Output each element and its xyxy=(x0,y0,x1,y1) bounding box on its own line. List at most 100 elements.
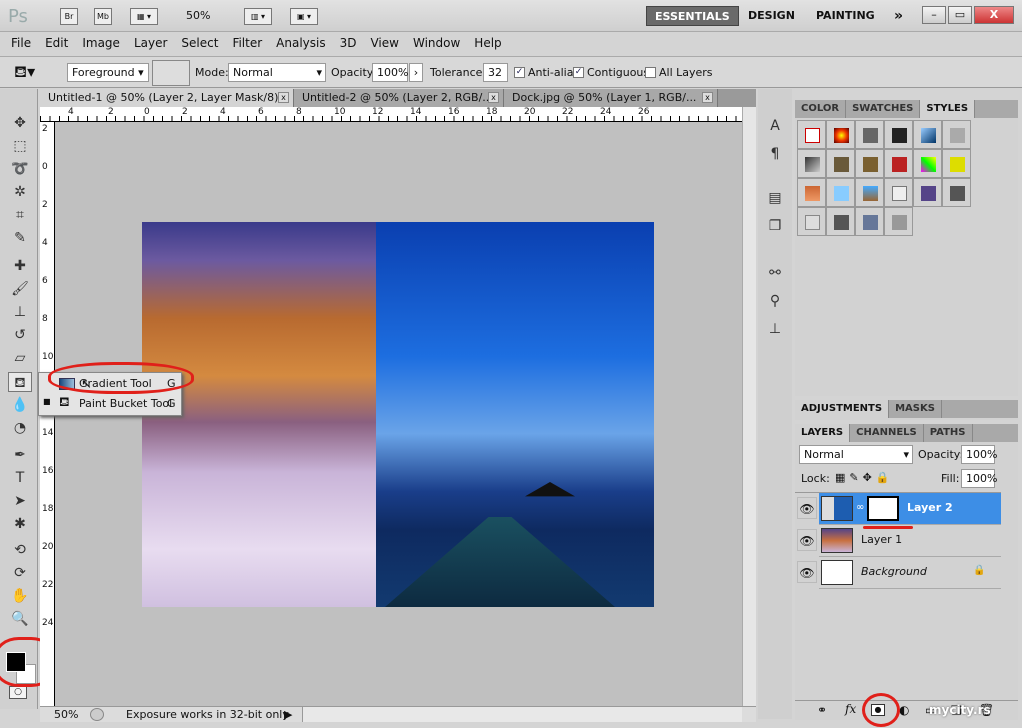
brushes-panel-icon[interactable]: ⚲ xyxy=(766,292,784,310)
layer-mask-link-icon[interactable]: ∞ xyxy=(856,502,864,513)
vertical-scrollbar[interactable] xyxy=(742,107,756,706)
lock-icons[interactable]: ▦✎✥🔒 xyxy=(835,471,894,484)
style-swatch[interactable] xyxy=(942,149,971,178)
flyout-item-paint-bucket-tool[interactable]: ■ ⛾ Paint Bucket Tool G xyxy=(43,395,179,413)
menu-file[interactable]: File xyxy=(4,36,38,50)
brush-tool-icon[interactable]: 🖌 xyxy=(8,279,32,299)
lasso-tool-icon[interactable]: ➰ xyxy=(8,159,32,179)
style-swatch[interactable] xyxy=(826,120,855,149)
style-swatch[interactable] xyxy=(913,178,942,207)
style-swatch[interactable] xyxy=(826,207,855,236)
style-swatch[interactable] xyxy=(797,149,826,178)
close-button[interactable]: X xyxy=(974,6,1014,24)
mini-bridge-button[interactable]: Mb xyxy=(94,8,112,25)
close-tab-icon[interactable]: x xyxy=(702,92,713,103)
style-swatch[interactable] xyxy=(826,178,855,207)
style-swatch[interactable] xyxy=(913,120,942,149)
shape-tool-icon[interactable]: ✱ xyxy=(8,514,32,534)
tab-untitled-1[interactable]: Untitled-1 @ 50% (Layer 2, Layer Mask/8)… xyxy=(40,89,294,107)
menu-help[interactable]: Help xyxy=(467,36,508,50)
all-layers-checkbox[interactable] xyxy=(645,67,656,78)
menu-view[interactable]: View xyxy=(363,36,405,50)
menu-window[interactable]: Window xyxy=(406,36,467,50)
layer-row-layer-2[interactable]: ∞ Layer 2 xyxy=(819,493,1001,525)
menu-edit[interactable]: Edit xyxy=(38,36,75,50)
bridge-button[interactable]: Br xyxy=(60,8,78,25)
style-swatch[interactable] xyxy=(884,178,913,207)
menu-layer[interactable]: Layer xyxy=(127,36,174,50)
3d-rotate-tool-icon[interactable]: ⟲ xyxy=(8,540,32,560)
history-brush-tool-icon[interactable]: ↺ xyxy=(8,325,32,345)
style-swatch[interactable] xyxy=(884,120,913,149)
type-tool-icon[interactable]: T xyxy=(8,468,32,488)
style-swatch[interactable] xyxy=(855,178,884,207)
character-panel-icon[interactable]: A xyxy=(766,117,784,135)
status-menu-arrow-icon[interactable]: ▶ xyxy=(284,707,292,722)
tab-layers[interactable]: LAYERS xyxy=(795,424,851,442)
tab-untitled-2[interactable]: Untitled-2 @ 50% (Layer 2, RGB/... x xyxy=(294,89,504,107)
visibility-eye-icon[interactable]: 👁 xyxy=(797,561,817,583)
paragraph-panel-icon[interactable]: ¶ xyxy=(766,145,784,163)
restore-button[interactable]: ▭ xyxy=(948,6,972,24)
style-none[interactable] xyxy=(797,120,826,149)
close-tab-icon[interactable]: x xyxy=(488,92,499,103)
style-swatch[interactable] xyxy=(884,207,913,236)
tool-presets-icon[interactable]: ⚯ xyxy=(766,264,784,282)
tab-color[interactable]: COLOR xyxy=(795,100,847,118)
fill-source-dropdown[interactable]: Foreground ▾ xyxy=(67,63,149,82)
tab-masks[interactable]: MASKS xyxy=(889,400,942,418)
visibility-eye-icon[interactable]: 👁 xyxy=(797,497,817,519)
style-swatch[interactable] xyxy=(797,207,826,236)
actions-panel-icon[interactable]: ⊥ xyxy=(766,320,784,338)
quick-selection-tool-icon[interactable]: ✲ xyxy=(8,182,32,202)
style-swatch[interactable] xyxy=(942,178,971,207)
menu-image[interactable]: Image xyxy=(75,36,127,50)
blend-mode-dropdown[interactable]: Normal ▾ xyxy=(799,445,913,464)
paint-bucket-preset-icon[interactable]: ⛾▾ xyxy=(14,62,35,83)
tab-adjustments[interactable]: ADJUSTMENTS xyxy=(795,400,890,418)
more-workspaces-button[interactable]: » xyxy=(886,6,911,26)
clone-source-panel-icon[interactable]: ❐ xyxy=(766,217,784,235)
style-swatch[interactable] xyxy=(855,207,884,236)
fill-input[interactable]: 100% xyxy=(961,469,997,488)
path-selection-tool-icon[interactable]: ➤ xyxy=(8,491,32,511)
crop-tool-icon[interactable]: ⌗ xyxy=(8,205,32,225)
style-swatch[interactable] xyxy=(884,149,913,178)
layer-mask-thumbnail[interactable] xyxy=(867,496,899,521)
style-swatch[interactable] xyxy=(826,149,855,178)
minimize-button[interactable]: – xyxy=(922,6,946,24)
layer-row-layer-1[interactable]: Layer 1 xyxy=(819,525,1001,557)
paint-bucket-tool-icon[interactable]: ⛾ xyxy=(8,372,32,392)
style-swatch[interactable] xyxy=(855,120,884,149)
visibility-eye-icon[interactable]: 👁 xyxy=(797,529,817,551)
tab-dock[interactable]: Dock.jpg @ 50% (Layer 1, RGB/... x xyxy=(504,89,718,107)
style-swatch[interactable] xyxy=(942,120,971,149)
workspace-design[interactable]: DESIGN xyxy=(740,6,803,26)
mode-dropdown[interactable]: Normal ▾ xyxy=(228,63,326,82)
menu-3d[interactable]: 3D xyxy=(333,36,364,50)
layer-row-background[interactable]: Background 🔒 xyxy=(819,557,1001,589)
menu-filter[interactable]: Filter xyxy=(225,36,269,50)
horizontal-scrollbar[interactable] xyxy=(302,707,742,722)
marquee-tool-icon[interactable]: ⬚ xyxy=(8,136,32,156)
zoom-level-dropdown[interactable]: 50% xyxy=(186,9,210,22)
menu-analysis[interactable]: Analysis xyxy=(269,36,332,50)
style-swatch[interactable] xyxy=(855,149,884,178)
eyedropper-tool-icon[interactable]: ✎ xyxy=(8,228,32,248)
link-layers-icon[interactable]: ⚭ xyxy=(817,703,827,717)
dodge-tool-icon[interactable]: ◔ xyxy=(8,418,32,438)
healing-brush-tool-icon[interactable]: ✚ xyxy=(8,256,32,276)
layer-opacity-input[interactable]: 100% xyxy=(961,445,997,464)
style-swatch[interactable] xyxy=(913,149,942,178)
eraser-tool-icon[interactable]: ▱ xyxy=(8,348,32,368)
antialias-checkbox[interactable]: ✓ xyxy=(514,67,525,78)
menu-select[interactable]: Select xyxy=(174,36,225,50)
tolerance-input[interactable]: 32 xyxy=(483,63,508,82)
workspace-painting[interactable]: PAINTING xyxy=(808,6,883,26)
opacity-slider-button[interactable]: › xyxy=(409,63,423,82)
move-tool-icon[interactable]: ✥ xyxy=(8,113,32,133)
view-extras-button[interactable]: ▦ ▾ xyxy=(130,8,158,25)
tab-paths[interactable]: PATHS xyxy=(924,424,973,442)
tab-swatches[interactable]: SWATCHES xyxy=(846,100,921,118)
zoom-tool-icon[interactable]: 🔍 xyxy=(8,609,32,629)
